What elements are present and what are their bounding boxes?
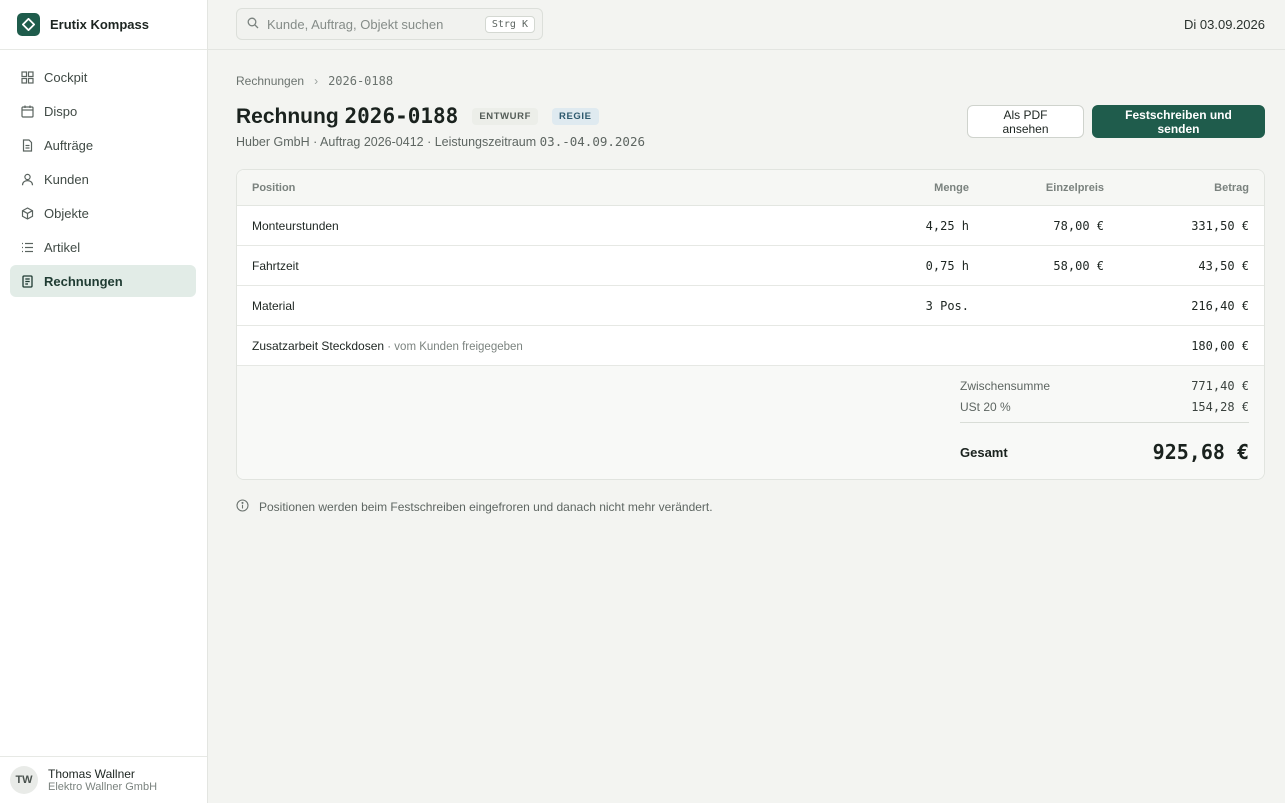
row-qty: 3 Pos. — [925, 298, 969, 313]
topbar: Kunde, Auftrag, Objekt suchen Strg K Di … — [208, 0, 1285, 50]
row-qty: 0,75 h — [925, 258, 969, 273]
breadcrumb-current: 2026-0188 — [328, 74, 394, 88]
row-position: Fahrtzeit — [252, 258, 299, 273]
view-pdf-button[interactable]: Als PDF ansehen — [967, 105, 1084, 138]
invoice-icon — [20, 274, 34, 288]
row-qty: 4,25 h — [925, 218, 969, 233]
table-row[interactable]: Fahrtzeit 0,75 h 58,00 € 43,50 € — [237, 246, 1264, 286]
sidebar-item-artikel[interactable]: Artikel — [10, 231, 196, 263]
page-title-prefix: Rechnung — [236, 105, 339, 128]
title-row: Rechnung 2026-0188 ENTWURF REGIE — [236, 104, 599, 129]
table-row[interactable]: Zusatzarbeit Steckdosen · vom Kunden fre… — [237, 326, 1264, 366]
search-input[interactable]: Kunde, Auftrag, Objekt suchen Strg K — [236, 8, 543, 40]
grand-total-label: Gesamt — [960, 444, 1008, 460]
invoice-subtitle: Huber GmbH · Auftrag 2026-0412 · Leistun… — [236, 134, 645, 149]
sidebar-item-cockpit[interactable]: Cockpit — [10, 61, 196, 93]
vat-value: 154,28 € — [1191, 400, 1249, 414]
sidebar-item-dispo[interactable]: Dispo — [10, 95, 196, 127]
vat-label: USt 20 % — [960, 400, 1011, 414]
list-icon — [20, 240, 34, 254]
user-name: Thomas Wallner — [48, 766, 135, 781]
grand-total-value: 925,68 € — [1152, 440, 1249, 464]
breadcrumb-separator: › — [314, 74, 319, 88]
page-actions: Als PDF ansehen Festschreiben und senden — [967, 105, 1265, 138]
cube-icon — [20, 206, 34, 220]
row-amount: 43,50 € — [1198, 258, 1249, 273]
page-title: Rechnung 2026-0188 — [236, 104, 458, 129]
table-header: Position Menge Einzelpreis Betrag — [237, 170, 1264, 206]
column-header-amount: Betrag — [1214, 181, 1249, 194]
person-icon — [20, 172, 34, 186]
subtotal-value: 771,40 € — [1191, 379, 1249, 393]
column-header-qty: Menge — [934, 181, 969, 194]
sidebar-item-label: Dispo — [44, 103, 78, 119]
row-unit-price: 58,00 € — [1053, 258, 1104, 273]
search-shortcut: Strg K — [484, 15, 535, 33]
sidebar-item-label: Cockpit — [44, 69, 88, 85]
sidebar-item-kunden[interactable]: Kunden — [10, 163, 196, 195]
page-title-number: 2026-0188 — [344, 104, 459, 128]
table-row[interactable]: Monteurstunden 4,25 h 78,00 € 331,50 € — [237, 206, 1264, 246]
row-note: · vom Kunden freigegeben — [384, 340, 523, 353]
row-unit-price: 78,00 € — [1053, 218, 1104, 233]
grid-icon — [20, 70, 34, 84]
search-icon — [247, 17, 259, 32]
user-org: Elektro Wallner GmbH — [48, 780, 158, 793]
sidebar-item-label: Aufträge — [44, 137, 94, 153]
app-name: Erutix Kompass — [50, 17, 149, 32]
row-amount: 216,40 € — [1191, 298, 1249, 313]
sidebar-item-auftraege[interactable]: Aufträge — [10, 129, 196, 161]
breadcrumb-parent[interactable]: Rechnungen — [236, 74, 304, 88]
row-amount: 331,50 € — [1191, 218, 1249, 233]
sidebar-nav: Cockpit Dispo Aufträge Kunden Objekte Ar… — [0, 50, 207, 297]
sidebar: Erutix Kompass Cockpit Dispo Aufträge Ku… — [0, 0, 208, 803]
row-amount: 180,00 € — [1191, 338, 1249, 353]
invoice-table: Position Menge Einzelpreis Betrag Monteu… — [236, 169, 1265, 480]
breadcrumb: Rechnungen › 2026-0188 — [236, 74, 393, 88]
user-profile[interactable]: TW Thomas Wallner Elektro Wallner GmbH — [0, 756, 207, 803]
grand-total-line: Gesamt 925,68 € — [960, 440, 1249, 464]
brand-logo-icon — [17, 13, 40, 36]
sidebar-item-objekte[interactable]: Objekte — [10, 197, 196, 229]
totals-divider — [960, 422, 1249, 423]
calendar-icon — [20, 104, 34, 118]
row-position: Zusatzarbeit Steckdosen · vom Kunden fre… — [252, 338, 523, 353]
sidebar-item-label: Artikel — [44, 239, 81, 255]
row-position: Material — [252, 298, 295, 313]
info-note: Positionen werden beim Festschreiben ein… — [236, 499, 713, 515]
subtitle-period: 03.-04.09.2026 — [539, 134, 645, 149]
subtotal-line: Zwischensumme 771,40 € — [960, 379, 1249, 393]
subtitle-text: Huber GmbH · Auftrag 2026-0412 · Leistun… — [236, 135, 537, 149]
search-placeholder: Kunde, Auftrag, Objekt suchen — [267, 16, 444, 32]
table-row[interactable]: Material 3 Pos. 216,40 € — [237, 286, 1264, 326]
sidebar-item-label: Rechnungen — [44, 273, 123, 289]
document-icon — [20, 138, 34, 152]
vat-line: USt 20 % 154,28 € — [960, 400, 1249, 414]
sidebar-item-label: Objekte — [44, 205, 89, 221]
current-date: Di 03.09.2026 — [1184, 17, 1265, 32]
sidebar-item-label: Kunden — [44, 171, 89, 187]
totals-section: Zwischensumme 771,40 € USt 20 % 154,28 €… — [237, 366, 1264, 479]
info-text: Positionen werden beim Festschreiben ein… — [259, 500, 713, 514]
avatar: TW — [10, 766, 38, 794]
column-header-position: Position — [252, 181, 296, 194]
sidebar-item-rechnungen[interactable]: Rechnungen — [10, 265, 196, 297]
subtotal-label: Zwischensumme — [960, 379, 1051, 393]
brand[interactable]: Erutix Kompass — [0, 0, 207, 50]
type-badge: REGIE — [552, 108, 599, 125]
status-badge: ENTWURF — [472, 108, 539, 125]
column-header-unit-price: Einzelpreis — [1045, 181, 1104, 194]
finalize-send-button[interactable]: Festschreiben und senden — [1092, 105, 1265, 138]
row-position: Monteurstunden — [252, 218, 339, 233]
info-icon — [236, 499, 249, 515]
